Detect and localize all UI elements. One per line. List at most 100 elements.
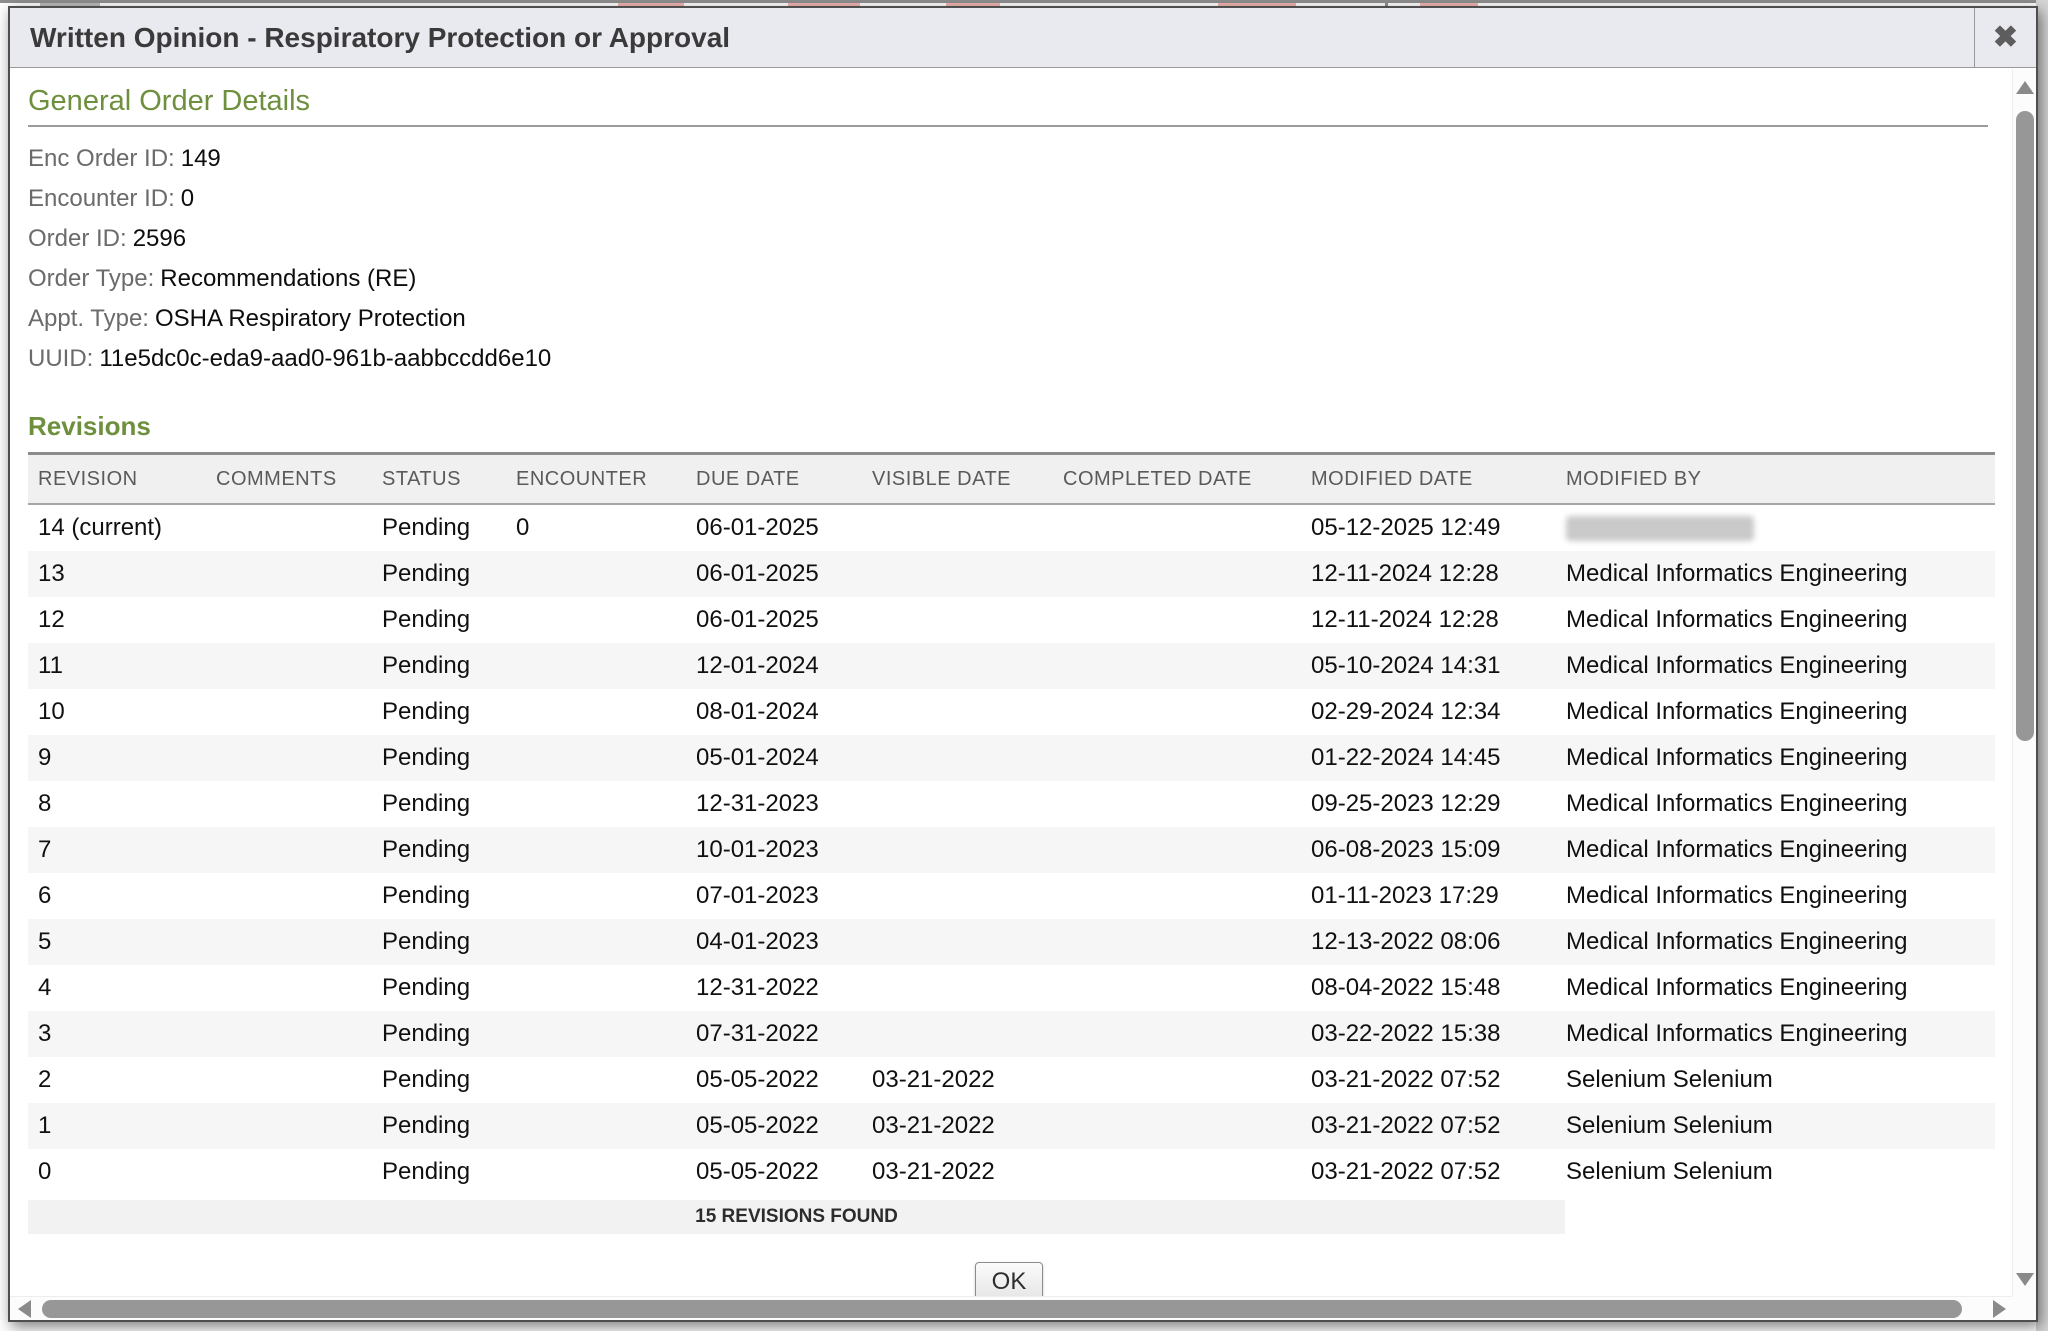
cell-visible-date: 03-21-2022: [862, 1103, 1053, 1149]
cell-visible-date: [862, 643, 1053, 689]
scroll-right-icon[interactable]: [1993, 1300, 2006, 1318]
detail-value: OSHA Respiratory Protection: [155, 305, 466, 332]
vertical-scrollbar[interactable]: [2012, 69, 2036, 1296]
revision-table-header-row: REVISIONCOMMENTSSTATUSENCOUNTERDUE DATEV…: [28, 455, 1995, 504]
cell-modified-date: 03-21-2022 07:52: [1301, 1149, 1556, 1195]
cell-status: Pending: [372, 504, 506, 551]
cell-visible-date: 03-21-2022: [862, 1149, 1053, 1195]
cell-modified-date: 05-10-2024 14:31: [1301, 643, 1556, 689]
table-row: 1Pending05-05-202203-21-202203-21-2022 0…: [28, 1103, 1995, 1149]
horizontal-scrollbar[interactable]: [10, 1296, 2012, 1320]
cell-comments: [206, 1149, 372, 1195]
cell-encounter: [506, 551, 686, 597]
table-row: 6Pending07-01-202301-11-2023 17:29Medica…: [28, 873, 1995, 919]
cell-visible-date: [862, 597, 1053, 643]
cell-comments: [206, 827, 372, 873]
detail-value: 2596: [133, 225, 186, 252]
cell-status: Pending: [372, 1149, 506, 1195]
cell-visible-date: [862, 1011, 1053, 1057]
cell-status: Pending: [372, 735, 506, 781]
cell-due-date: 07-31-2022: [686, 1011, 862, 1057]
cell-revision: 12: [28, 597, 206, 643]
cell-encounter: [506, 1149, 686, 1195]
cell-revision: 13: [28, 551, 206, 597]
cell-modified-date: 05-12-2025 12:49: [1301, 504, 1556, 551]
cell-modified-by: Medical Informatics Engineering: [1556, 1011, 1995, 1057]
table-row: 9Pending05-01-202401-22-2024 14:45Medica…: [28, 735, 1995, 781]
ok-button[interactable]: OK: [975, 1262, 1044, 1296]
cell-comments: [206, 1011, 372, 1057]
detail-order-type: Order Type:Recommendations (RE): [28, 259, 2012, 299]
close-button[interactable]: ✖: [1974, 8, 2036, 67]
cell-encounter: [506, 735, 686, 781]
table-row: 0 Pending 05-05-202203-21-2022 03-21-2022 0…: [28, 1149, 1995, 1195]
column-header: COMPLETED DATE: [1053, 455, 1301, 504]
scroll-down-icon[interactable]: [2016, 1273, 2034, 1286]
cell-modified-date: 02-29-2024 12:34: [1301, 689, 1556, 735]
cell-comments: [206, 781, 372, 827]
cell-visible-date: [862, 965, 1053, 1011]
horizontal-scrollbar-thumb[interactable]: [42, 1300, 1962, 1318]
cell-modified-date: 12-11-2024 12:28: [1301, 597, 1556, 643]
cell-completed-date: [1053, 1103, 1301, 1149]
column-header: REVISION: [28, 455, 206, 504]
cell-encounter: [506, 919, 686, 965]
scroll-up-icon[interactable]: [2016, 81, 2034, 94]
cell-status: Pending: [372, 1103, 506, 1149]
table-row: 13Pending06-01-202512-11-2024 12:28Medic…: [28, 551, 1995, 597]
cell-encounter: [506, 1011, 686, 1057]
cell-completed-date: [1053, 1011, 1301, 1057]
cell-encounter: [506, 781, 686, 827]
column-header: VISIBLE DATE: [862, 455, 1053, 504]
revisions-heading: Revisions: [28, 411, 2012, 442]
cell-revision: 11: [28, 643, 206, 689]
cell-revision: 4: [28, 965, 206, 1011]
cell-encounter: [506, 643, 686, 689]
cell-modified-date: 08-04-2022 15:48: [1301, 965, 1556, 1011]
cell-modified-by: Medical Informatics Engineering: [1556, 551, 1995, 597]
cell-encounter: [506, 965, 686, 1011]
table-row: 2Pending05-05-202203-21-202203-21-2022 0…: [28, 1057, 1995, 1103]
cell-modified-date: 03-22-2022 15:38: [1301, 1011, 1556, 1057]
cell-modified-by: Medical Informatics Engineering: [1556, 965, 1995, 1011]
cell-modified-date: 09-25-2023 12:29: [1301, 781, 1556, 827]
revisions-count-footer: 15 REVISIONS FOUND: [28, 1200, 1565, 1234]
column-header: MODIFIED DATE: [1301, 455, 1556, 504]
cell-encounter: 0: [506, 504, 686, 551]
cell-modified-date: 03-21-2022 07:52: [1301, 1103, 1556, 1149]
ok-button-row: OK: [28, 1262, 1990, 1296]
cell-modified-by: [1556, 504, 1995, 551]
general-order-details-heading: General Order Details: [28, 85, 2012, 118]
cell-due-date: 04-01-2023: [686, 919, 862, 965]
column-header: ENCOUNTER: [506, 455, 686, 504]
cell-due-date: 08-01-2024: [686, 689, 862, 735]
detail-label: UUID:: [28, 345, 93, 372]
cell-modified-by: Medical Informatics Engineering: [1556, 873, 1995, 919]
cell-revision: 8: [28, 781, 206, 827]
table-row: 14 (current)Pending006-01-202505-12-2025…: [28, 504, 1995, 551]
cell-due-date: 06-01-2025: [686, 551, 862, 597]
cell-revision: 9: [28, 735, 206, 781]
cell-visible-date: [862, 551, 1053, 597]
cell-comments: [206, 504, 372, 551]
cell-comments: [206, 643, 372, 689]
cell-comments: [206, 597, 372, 643]
cell-modified-date: 03-21-2022 07:52: [1301, 1057, 1556, 1103]
cell-visible-date: [862, 873, 1053, 919]
detail-value: 149: [181, 145, 221, 172]
cell-due-date: 05-05-2022: [686, 1149, 862, 1195]
cell-modified-date: 12-13-2022 08:06: [1301, 919, 1556, 965]
cell-modified-by: Selenium Selenium: [1556, 1103, 1995, 1149]
dialog-content: General Order Details Enc Order ID:149 E…: [10, 69, 2012, 1296]
scroll-left-icon[interactable]: [18, 1300, 31, 1318]
cell-visible-date: 03-21-2022: [862, 1057, 1053, 1103]
cell-modified-date: 01-11-2023 17:29: [1301, 873, 1556, 919]
vertical-scrollbar-thumb[interactable]: [2016, 111, 2034, 741]
cell-status: Pending: [372, 1057, 506, 1103]
cell-status: Pending: [372, 873, 506, 919]
cell-revision: 6: [28, 873, 206, 919]
dialog-title: Written Opinion - Respiratory Protection…: [10, 22, 1974, 54]
cell-due-date: 05-01-2024: [686, 735, 862, 781]
cell-revision: 0: [28, 1149, 206, 1195]
cell-revision: 5: [28, 919, 206, 965]
